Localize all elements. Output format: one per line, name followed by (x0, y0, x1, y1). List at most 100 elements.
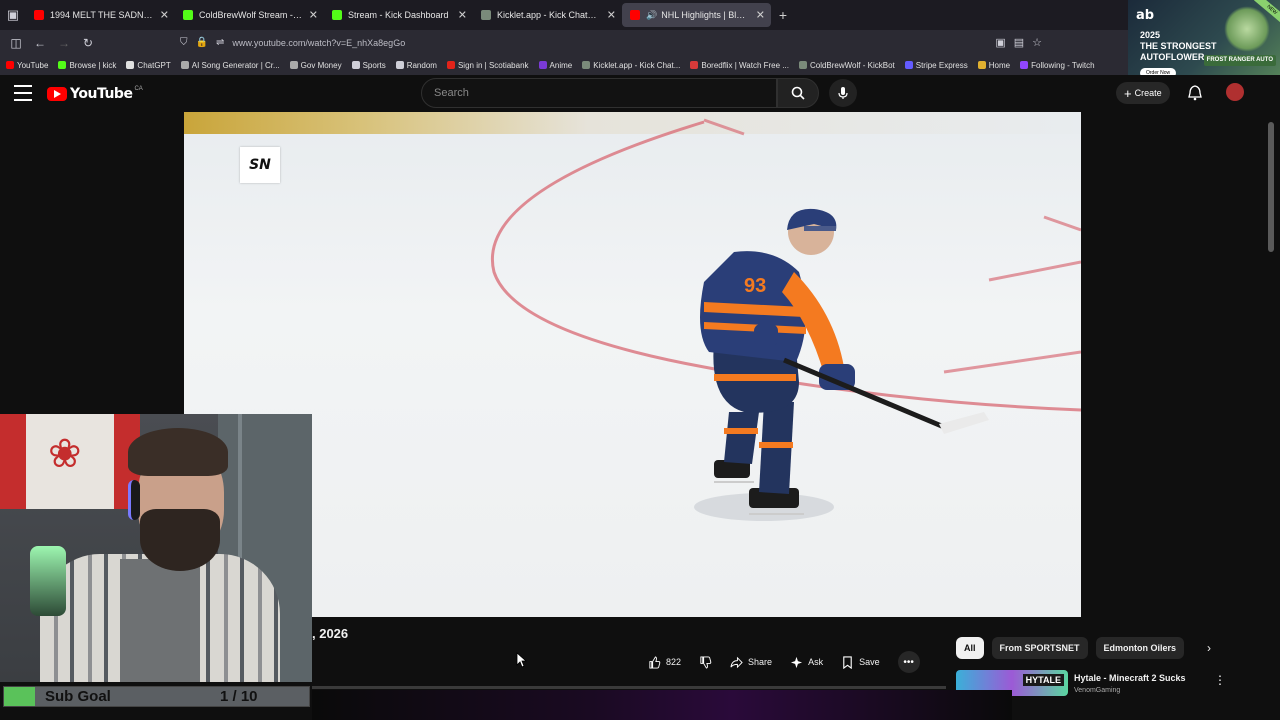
tab-title: Stream - Kick Dashboard (348, 10, 449, 20)
youtube-logo[interactable]: YouTube CA (47, 86, 143, 102)
bookmark-label: Sports (362, 60, 386, 70)
sparkle-icon (790, 656, 803, 668)
save-button[interactable]: Save (835, 651, 886, 673)
bookmark-favicon-icon (351, 61, 360, 69)
bookmark-item[interactable]: ChatGPT (126, 60, 171, 70)
ask-button[interactable]: Ask (784, 651, 829, 673)
ad-year: 2025 (1140, 30, 1161, 40)
youtube-wordmark: YouTube (70, 86, 133, 102)
bookmark-item[interactable]: YouTube (6, 61, 48, 70)
page-scrollbar[interactable] (1266, 112, 1276, 692)
related-filter-chips: All From SPORTSNET Edmonton Oilers (956, 637, 1185, 659)
browser-tab-3[interactable]: Stream - Kick Dashboard ✕ (324, 0, 473, 30)
tab-title: 1994 MELT THE SADNESS // D (50, 10, 153, 20)
bookmark-item[interactable]: Gov Money (289, 61, 342, 70)
forward-icon[interactable]: → (52, 31, 76, 55)
bookmark-item[interactable]: Home (977, 60, 1011, 70)
cannabis-bud-icon (1224, 6, 1270, 52)
bookmark-label: Boredflix | Watch Free ... (701, 60, 789, 70)
search-input[interactable] (434, 87, 776, 99)
bookmark-item[interactable]: Sports (351, 60, 386, 70)
reader-view-icon[interactable]: ▤ (1014, 36, 1024, 49)
bookmark-favicon-icon (582, 61, 591, 69)
browser-tab-strip: ▣ 1994 MELT THE SADNESS // D ✕ ColdBrewW… (0, 0, 1280, 30)
bookmark-item[interactable]: Kicklet.app - Kick Chat... (582, 61, 680, 70)
notifications-bell-icon[interactable] (1188, 85, 1202, 101)
close-tab-icon[interactable]: ✕ (458, 9, 467, 22)
bookmark-item[interactable]: ColdBrewWolf - KickBot (798, 60, 895, 70)
tab-title: ColdBrewWolf Stream - Watch (199, 10, 302, 20)
bookmark-item[interactable]: Stripe Express (904, 61, 968, 70)
bookmark-favicon-icon (1020, 61, 1029, 69)
sidebar-toggle-icon[interactable]: ◫ (4, 31, 28, 55)
browser-tab-4[interactable]: Kicklet.app - Kick Chatbot and ✕ (473, 0, 622, 30)
bookmark-item[interactable]: Following - Twitch (1020, 61, 1095, 70)
youtube-play-icon (47, 87, 67, 101)
bookmark-favicon-icon (58, 61, 67, 69)
video-player[interactable]: 93 SN (184, 112, 1081, 617)
bookmark-label: YouTube (17, 60, 49, 70)
account-avatar[interactable] (1226, 83, 1244, 101)
bookmark-item[interactable]: AI Song Generator | Cr... (180, 60, 280, 70)
close-tab-icon[interactable]: ✕ (756, 9, 765, 22)
sub-goal-label: Sub Goal (45, 688, 111, 705)
permissions-icon[interactable]: ⇌ (216, 37, 224, 48)
bookmark-label: ColdBrewWolf - KickBot (809, 60, 895, 70)
tab-list-icon[interactable]: ▣ (0, 0, 26, 30)
chevron-right-icon[interactable]: › (1198, 637, 1220, 659)
sub-goal-count: 1 / 10 (220, 688, 258, 705)
kick-favicon-icon (183, 10, 193, 20)
share-button[interactable]: Share (724, 651, 778, 673)
create-button[interactable]: + Create (1116, 82, 1170, 104)
address-bar[interactable]: ⛉ 🔒 ⇌ www.youtube.com/watch?v=E_nhXa8egG… (180, 32, 980, 54)
recommended-title[interactable]: Hytale - Minecraft 2 Sucks (1074, 673, 1186, 683)
reload-icon[interactable]: ↻ (76, 31, 100, 55)
shield-icon[interactable]: ⛉ (180, 37, 188, 48)
hamburger-menu-icon[interactable] (14, 85, 32, 101)
plus-icon: + (1124, 85, 1132, 101)
bookmark-item[interactable]: Sign in | Scotiabank (446, 61, 529, 70)
hockey-scene: 93 (491, 118, 1081, 521)
bookmark-favicon-icon (395, 61, 404, 69)
bookmark-label: ChatGPT (137, 60, 171, 70)
close-tab-icon[interactable]: ✕ (607, 9, 616, 22)
browser-tab-1[interactable]: 1994 MELT THE SADNESS // D ✕ (26, 0, 175, 30)
new-tab-icon[interactable]: + (771, 7, 795, 23)
picture-icon[interactable]: ▣ (995, 36, 1005, 49)
bookmark-item[interactable]: Browse | kick (58, 61, 116, 70)
close-tab-icon[interactable]: ✕ (160, 9, 169, 22)
streamer-webcam: ❀ (0, 414, 312, 682)
dislike-button[interactable] (693, 651, 718, 673)
lock-icon[interactable]: 🔒 (196, 37, 208, 48)
speaker-icon[interactable]: 🔊 (646, 10, 657, 21)
bookmark-item[interactable]: Anime (538, 61, 572, 70)
chip-from-sportsnet[interactable]: From SPORTSNET (991, 637, 1088, 659)
chip-edmonton-oilers[interactable]: Edmonton Oilers (1095, 637, 1185, 659)
bookmark-star-icon[interactable]: ☆ (1032, 36, 1042, 49)
ask-label: Ask (808, 657, 824, 667)
bookmark-label: Browse | kick (69, 60, 117, 70)
chip-all[interactable]: All (956, 637, 984, 659)
bookmark-item[interactable]: Boredflix | Watch Free ... (690, 61, 789, 70)
bookmark-label: AI Song Generator | Cr... (191, 60, 280, 70)
like-button[interactable]: 822 (642, 651, 687, 673)
browser-tab-2[interactable]: ColdBrewWolf Stream - Watch ✕ (175, 0, 324, 30)
more-actions-icon[interactable]: ••• (897, 651, 920, 673)
streaming-microphone (30, 546, 66, 616)
more-options-icon[interactable]: ⋮ (1214, 673, 1226, 687)
voice-search-button[interactable] (829, 79, 857, 107)
scrollbar-thumb[interactable] (1268, 122, 1274, 252)
url-text[interactable]: www.youtube.com/watch?v=E_nhXa8egGo (232, 38, 405, 48)
close-tab-icon[interactable]: ✕ (309, 9, 318, 22)
kick-favicon-icon (332, 10, 342, 20)
recommended-channel[interactable]: VenomGaming (1074, 687, 1120, 694)
search-button[interactable] (777, 78, 819, 108)
search-icon (791, 86, 805, 100)
svg-text:93: 93 (744, 275, 766, 297)
bookmark-favicon-icon (446, 61, 455, 69)
browser-tab-5-active[interactable]: 🔊 NHL Highlights | Blues vs. C ✕ (622, 3, 771, 27)
back-icon[interactable]: ← (28, 31, 52, 55)
search-box[interactable] (421, 78, 777, 108)
bookmark-item[interactable]: Random (395, 61, 437, 70)
bookmark-label: Home (988, 60, 1011, 70)
